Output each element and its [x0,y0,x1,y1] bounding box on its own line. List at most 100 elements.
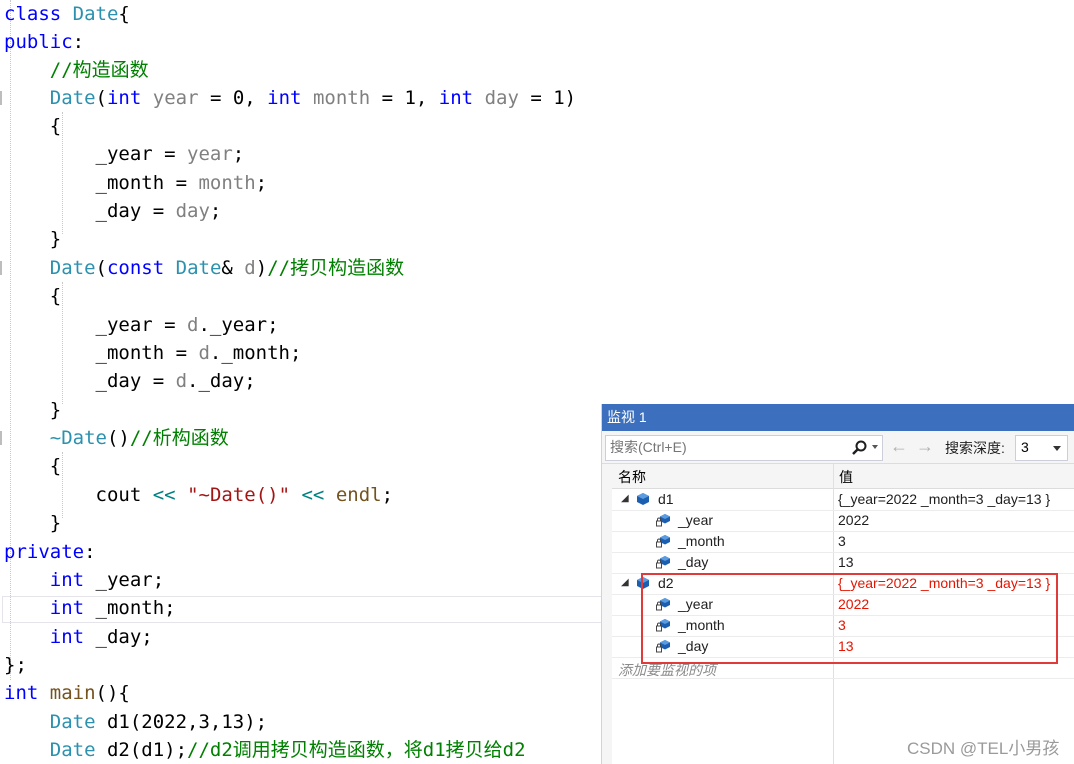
code-token: int [49,626,85,648]
watch-row[interactable]: _day 13 [612,552,1074,574]
code-token: ~Date [49,427,107,449]
watch-title: 监视 1 [607,409,647,425]
forward-arrow-icon[interactable]: → [916,435,934,457]
expand-triangle-icon[interactable]: ◢ [621,493,629,504]
search-depth-select[interactable]: 3 [1015,435,1068,461]
search-icon[interactable] [850,439,870,457]
code-token: int [49,569,85,591]
code-line[interactable]: { [4,112,61,140]
code-line[interactable]: public: [4,28,84,56]
code-line[interactable]: } [4,509,61,537]
watch-row[interactable]: _month 3 [612,531,1074,553]
search-input[interactable] [606,436,844,458]
code-token: d2(d1); [95,739,188,761]
code-token: //拷贝构造函数 [267,257,405,279]
code-line[interactable]: Date d2(d1);//d2调用拷贝构造函数，将d1拷贝给d2 [4,736,526,764]
code-line[interactable]: _year = year; [4,140,245,168]
code-token: d [244,257,256,279]
code-line[interactable]: } [4,396,61,424]
code-token: _year = [4,143,188,165]
code-token: _month = [4,172,199,194]
code-line[interactable]: Date d1(2022,3,13); [4,708,267,736]
code-token: _day = [4,200,176,222]
code-token: //构造函数 [49,59,149,81]
search-box[interactable] [605,435,883,461]
code-token: ._year; [198,314,279,336]
code-line[interactable]: int _day; [4,623,153,651]
collapse-marker[interactable] [0,261,2,275]
code-line[interactable]: _day = d._day; [4,367,256,395]
code-line[interactable]: Date(const Date& d)//拷贝构造函数 [4,254,404,282]
name-column-header[interactable]: 名称 [618,467,646,487]
code-token: int [49,597,85,619]
watch-item-name: _day [678,554,709,570]
code-token: int [106,87,142,109]
back-arrow-icon[interactable]: ← [890,435,908,457]
code-line[interactable]: cout << "~Date()" << endl; [4,481,394,509]
code-line[interactable]: _month = month; [4,169,268,197]
code-line[interactable]: //构造函数 [4,56,149,84]
watch-item-value[interactable]: {_year=2022 _month=3 _day=13 } [838,491,1050,507]
collapse-marker[interactable] [0,431,2,445]
code-line[interactable]: _year = d._year; [4,311,279,339]
code-token: ; [381,484,394,506]
code-token: _year = [4,314,188,336]
watch-item-value[interactable]: 13 [838,554,854,570]
collapse-marker[interactable] [0,91,2,105]
code-token: public [4,31,73,53]
code-token: day [484,87,519,109]
code-token: Date [175,257,222,279]
code-token: ; [209,200,222,222]
code-line[interactable]: int _year; [4,566,164,594]
code-line[interactable]: class Date{ [4,0,130,28]
value-column-header[interactable]: 值 [839,467,853,487]
code-token: _month = [4,342,199,364]
code-token: } [4,399,62,421]
code-token: { [4,115,62,137]
code-token: year [152,87,199,109]
code-token: { [4,455,62,477]
watch-item-value[interactable]: 3 [838,533,846,549]
code-token: : [72,31,85,53]
watch-row[interactable]: ◢ d1 {_year=2022 _month=3 _day=13 } [612,489,1074,511]
expand-triangle-icon[interactable]: ◢ [621,577,629,588]
code-token: ._month; [209,342,302,364]
watch-item-name: d1 [658,491,674,507]
code-token: ; [255,172,268,194]
code-token: & [221,257,245,279]
code-line[interactable]: ~Date()//析构函数 [4,424,229,452]
code-line[interactable]: private: [4,538,96,566]
code-token: "~Date()" [187,484,291,506]
code-line[interactable]: }; [4,651,27,679]
code-token: year [187,143,233,165]
code-token: month [198,172,256,194]
code-token: _day; [84,626,153,648]
code-token: ; [232,143,245,165]
code-line[interactable]: { [4,282,61,310]
code-line[interactable]: _day = day; [4,197,222,225]
code-line[interactable]: int _month; [4,594,176,622]
code-token: endl [335,484,382,506]
code-token: () [106,427,130,449]
watch-item-value[interactable]: 2022 [838,512,869,528]
code-line[interactable]: _month = d._month; [4,339,302,367]
code-line[interactable]: } [4,225,61,253]
code-line[interactable]: int main(){ [4,679,130,707]
watch-title-bar[interactable]: 监视 1 [602,404,1074,431]
watch-row[interactable]: _year 2022 [612,510,1074,532]
code-token: d [175,370,188,392]
code-line[interactable]: Date(int year = 0, int month = 1, int da… [4,84,576,112]
code-line[interactable]: { [4,452,61,480]
code-token: Date [49,739,96,761]
chevron-down-icon[interactable] [872,445,878,449]
